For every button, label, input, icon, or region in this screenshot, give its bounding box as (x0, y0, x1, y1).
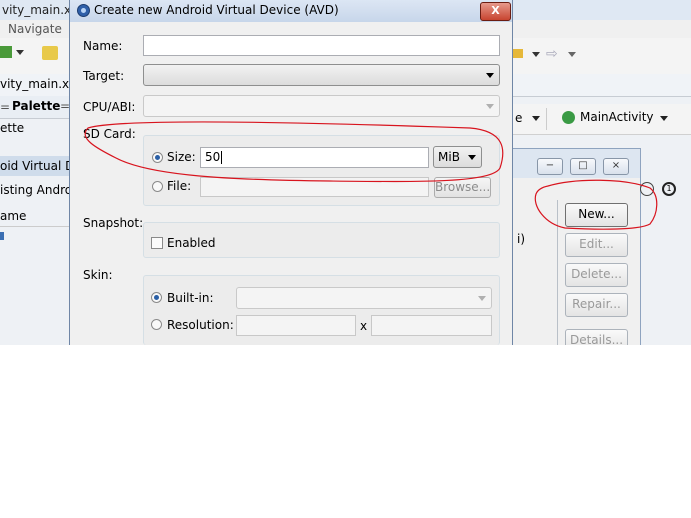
new-button-annotation-circle (534, 179, 658, 230)
red-annotation-overlay (84, 121, 658, 230)
sd-card-annotation-circle (84, 121, 504, 183)
